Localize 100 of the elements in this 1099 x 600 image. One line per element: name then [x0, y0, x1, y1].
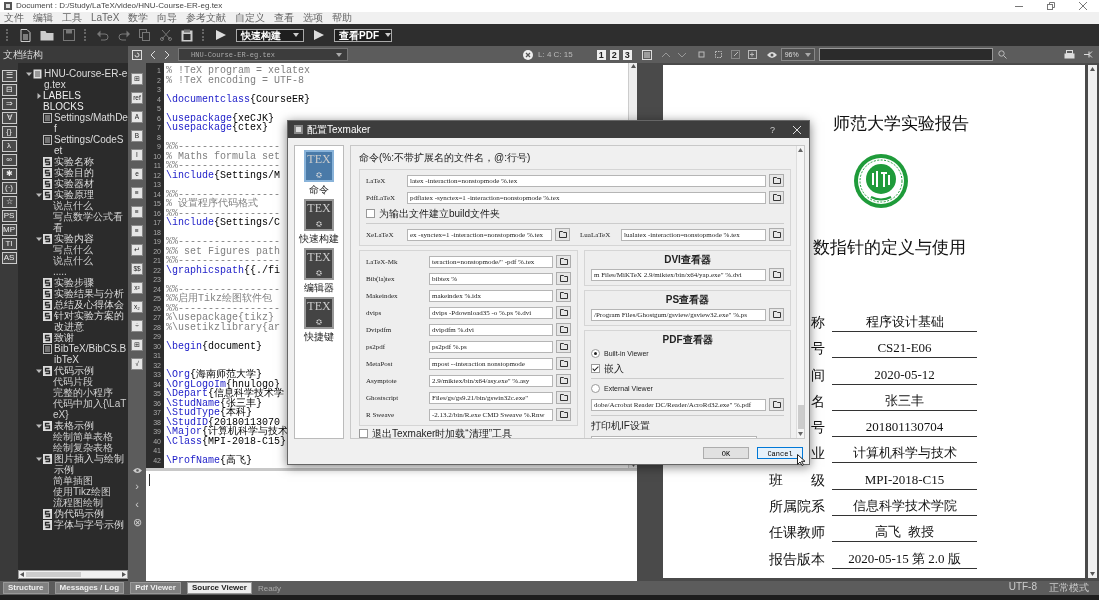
browse-button[interactable] — [769, 398, 784, 411]
scissors-icon[interactable] — [160, 29, 172, 41]
browse-button[interactable] — [556, 272, 571, 285]
menu-item[interactable]: 查看 — [274, 12, 295, 24]
copy-icon[interactable] — [139, 29, 151, 41]
tree-item[interactable]: 致谢 — [54, 332, 74, 343]
browse-button[interactable] — [556, 323, 571, 336]
tree-item[interactable]: BibTeX/BibCS.BibTeX — [54, 343, 128, 365]
tree-item[interactable]: 图片插入与绘制示例 — [54, 453, 128, 475]
symbol-button[interactable]: ⇒ — [1, 98, 17, 110]
symbol-button[interactable]: ✱ — [1, 168, 17, 180]
symbol-button[interactable]: TI — [1, 238, 17, 250]
build-dropdown[interactable]: 快速构建 — [236, 28, 304, 42]
horizontal-scrollbar[interactable] — [18, 570, 128, 579]
symbol-button[interactable]: PS — [1, 210, 17, 222]
browse-button[interactable] — [556, 340, 571, 353]
tree-item[interactable]: 实验器材 — [54, 178, 94, 189]
tree-item[interactable]: 说点什么 — [53, 255, 93, 266]
menu-item[interactable]: 帮助 — [332, 12, 353, 24]
tree-item[interactable]: 代码示例 — [54, 365, 94, 376]
new-file-icon[interactable] — [19, 28, 31, 42]
tree-item[interactable]: Settings/MathDef — [54, 112, 128, 134]
tree-item[interactable]: 字体与字号示例 — [54, 519, 124, 530]
checkbox[interactable] — [366, 209, 375, 218]
menu-item[interactable]: 参考文献 — [186, 12, 227, 24]
undo-icon[interactable] — [97, 29, 109, 41]
pin-icon[interactable] — [1083, 50, 1093, 59]
redo-icon[interactable] — [118, 29, 130, 41]
tree-item[interactable]: 完整的小程序 — [53, 387, 113, 398]
browse-button[interactable] — [769, 268, 784, 281]
menu-item[interactable]: LaTeX — [91, 12, 120, 24]
menu-item[interactable]: 自定义 — [235, 12, 266, 24]
play-icon[interactable] — [215, 29, 227, 41]
browse-button[interactable] — [769, 191, 784, 204]
tree-item[interactable]: ..... — [53, 266, 67, 277]
tree-item[interactable]: BLOCKS — [43, 101, 84, 112]
tree-item[interactable]: 伪代码示例 — [54, 508, 104, 519]
tree-item[interactable]: 实验步骤 — [54, 277, 94, 288]
browse-button[interactable] — [769, 308, 784, 321]
tree-item[interactable]: 代码中加入{\LaTeX} — [53, 398, 128, 420]
panel-tab[interactable]: Messages / Log — [54, 582, 125, 594]
menu-item[interactable]: 工具 — [62, 12, 82, 24]
tree-item[interactable]: 实验内容 — [54, 233, 94, 244]
symbol-button[interactable]: ☰ — [1, 70, 17, 82]
browse-button[interactable] — [556, 408, 571, 421]
tree-item[interactable]: 流程图绘制 — [53, 497, 103, 508]
help-button[interactable]: ? — [770, 124, 775, 135]
menu-item[interactable]: 数学 — [128, 12, 149, 24]
browse-button[interactable] — [556, 374, 571, 387]
tree-item[interactable]: 实验目的 — [54, 167, 94, 178]
menu-item[interactable]: 选项 — [303, 12, 324, 24]
tree-item[interactable]: 表格示例 — [54, 420, 94, 431]
panel-toggle-button[interactable]: ⊗ — [132, 516, 142, 528]
symbol-button[interactable]: AS — [1, 252, 17, 264]
browse-button[interactable] — [556, 391, 571, 404]
browse-button[interactable] — [556, 255, 571, 268]
tree-item[interactable]: 使用Tikz绘图 — [53, 486, 111, 497]
page-layout-button[interactable]: 1 — [596, 49, 606, 60]
caret-right-icon[interactable] — [35, 91, 43, 100]
radio-button[interactable] — [591, 349, 600, 358]
print-icon[interactable] — [1064, 50, 1075, 59]
browse-button[interactable] — [555, 228, 570, 241]
browse-button[interactable] — [556, 306, 571, 319]
folder-icon[interactable] — [40, 29, 54, 41]
symbol-button[interactable]: (·) — [1, 182, 17, 194]
menu-item[interactable]: 文件 — [4, 12, 24, 24]
symbol-button[interactable]: MP — [1, 224, 17, 236]
search-field[interactable] — [818, 48, 993, 61]
tree-item[interactable]: 简单插图 — [53, 475, 93, 486]
symbol-button[interactable]: ⊟ — [1, 84, 17, 96]
forward-icon[interactable] — [164, 49, 170, 60]
view-dropdown[interactable]: 查看PDF — [334, 28, 392, 42]
back-icon[interactable] — [150, 49, 156, 60]
scrollbar-thumb[interactable] — [797, 405, 804, 429]
tree-item[interactable]: 实验结果与分析 — [54, 288, 124, 299]
browse-button[interactable] — [769, 174, 784, 187]
tree-item[interactable]: 实验名称 — [54, 156, 94, 167]
eye-icon[interactable] — [131, 467, 143, 474]
close-icon[interactable] — [523, 49, 533, 60]
save-icon[interactable] — [63, 29, 75, 41]
panel-tab[interactable]: Pdf Viewer — [130, 582, 181, 594]
panel-tab[interactable]: Source Viewer — [186, 582, 252, 594]
eye-icon[interactable] — [765, 50, 778, 59]
restore-icon[interactable] — [1047, 2, 1055, 10]
menu-item[interactable]: 向导 — [157, 12, 178, 24]
tree-item[interactable]: 代码片段 — [53, 376, 93, 387]
menu-item[interactable]: 编辑 — [33, 12, 53, 24]
tree-item[interactable]: 写点数学公式看看 — [53, 211, 128, 233]
tree-item[interactable]: 绘制简单表格 — [53, 431, 113, 442]
checkbox[interactable] — [591, 364, 600, 373]
list-icon[interactable] — [641, 49, 652, 60]
panel-toggle-button[interactable]: › — [135, 480, 139, 492]
close-icon[interactable] — [1079, 2, 1087, 10]
symbol-button[interactable]: ∀ — [1, 112, 17, 124]
tree-item[interactable]: 针对实验方案的改进意 — [54, 310, 128, 332]
checkbox[interactable] — [359, 429, 368, 438]
browse-button[interactable] — [769, 228, 784, 241]
symbol-button[interactable]: {} — [1, 126, 17, 138]
tree-item[interactable]: 总结及心得体会 — [54, 299, 124, 310]
tree-item[interactable]: HNU-Course-ER-eg.tex — [44, 68, 128, 90]
